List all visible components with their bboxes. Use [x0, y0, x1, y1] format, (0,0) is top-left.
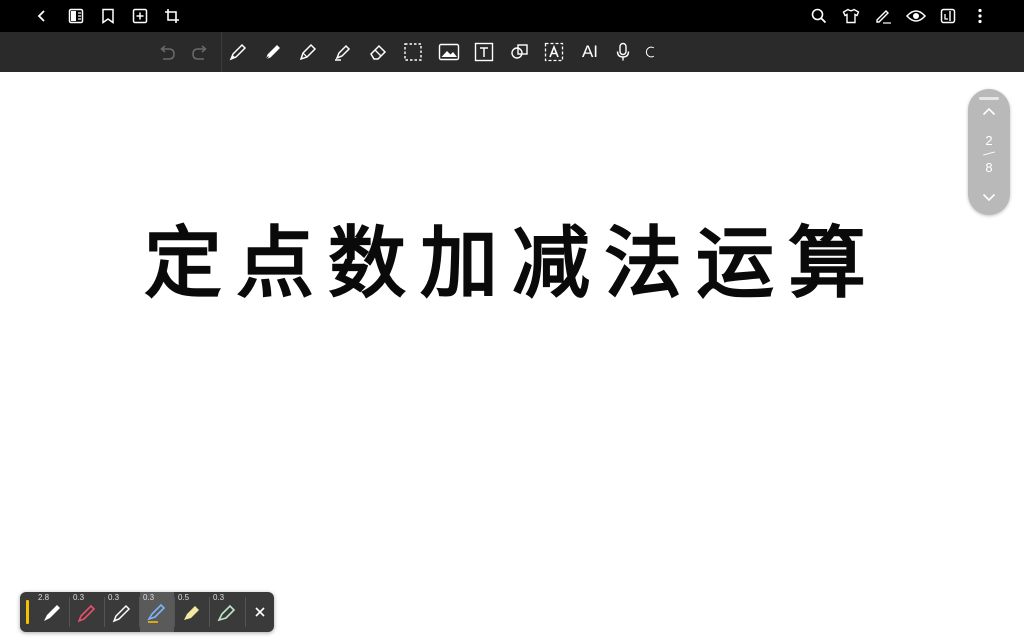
pencil-tool-icon[interactable] — [297, 41, 319, 63]
text-box-icon[interactable] — [473, 41, 495, 63]
eraser-tool-icon[interactable] — [367, 41, 389, 63]
pen-slot-brush[interactable]: 0.3 — [140, 592, 175, 632]
fountain-pen-icon — [44, 605, 60, 621]
add-page-icon[interactable] — [130, 6, 150, 26]
current-page-number: 2 — [985, 133, 993, 148]
handwritten-title: 定点数加减法运算 — [143, 219, 880, 309]
page-layout-icon[interactable] — [938, 6, 958, 26]
pen-slot-ballpoint[interactable]: 0.3 — [70, 592, 105, 632]
pen-slot-marker[interactable]: 0.3 — [210, 592, 244, 632]
page-navigator[interactable]: 2 8 — [968, 89, 1010, 215]
page-separator — [983, 151, 995, 156]
note-canvas[interactable] — [0, 72, 1024, 640]
top-bar — [0, 0, 1024, 32]
tray-divider — [245, 597, 246, 627]
pencil-icon — [112, 604, 131, 623]
undo-icon[interactable] — [156, 42, 178, 64]
pen-slot-highlighter[interactable]: 0.5 — [175, 592, 210, 632]
pen-tool-icon[interactable] — [262, 41, 284, 63]
pen-tray: 2.8 0.3 0.3 0.3 0.5 0.3 — [20, 592, 274, 632]
brush-pen-icon — [147, 603, 166, 623]
ocr-text-icon[interactable] — [543, 41, 565, 63]
more-options-icon[interactable] — [970, 6, 990, 26]
toolbar-divider — [221, 32, 222, 72]
more-tools-icon[interactable] — [644, 41, 658, 63]
shape-tool-icon[interactable] — [508, 41, 530, 63]
ballpoint-pen-icon — [77, 604, 96, 623]
page-list-icon[interactable] — [66, 6, 86, 26]
pen-size-label: 0.3 — [143, 593, 155, 602]
fountain-pen-tool-icon[interactable] — [227, 41, 249, 63]
tool-bar: AI — [0, 32, 1024, 72]
page-up-chevron-icon[interactable] — [979, 103, 999, 119]
lasso-select-icon[interactable] — [402, 41, 424, 63]
highlighter-icon — [184, 606, 199, 620]
search-icon[interactable] — [809, 6, 829, 26]
marker-icon — [217, 604, 236, 622]
pager-grip[interactable] — [979, 97, 999, 100]
close-tray-icon[interactable] — [248, 600, 272, 624]
redo-icon[interactable] — [189, 42, 211, 64]
pen-size-label: 0.3 — [108, 593, 120, 602]
image-insert-icon[interactable] — [437, 41, 461, 63]
pen-size-label: 0.5 — [178, 593, 190, 602]
highlighter-tool-icon[interactable] — [332, 41, 354, 63]
pen-slot-pencil[interactable]: 0.3 — [105, 592, 140, 632]
pen-size-label: 2.8 — [38, 593, 50, 602]
pen-size-label: 0.3 — [213, 593, 225, 602]
ai-assistant-button[interactable]: AI — [578, 41, 602, 63]
microphone-icon[interactable] — [612, 41, 634, 63]
total-page-number: 8 — [985, 160, 993, 175]
pen-slot-fountain[interactable]: 2.8 — [35, 592, 70, 632]
crop-icon[interactable] — [162, 6, 182, 26]
template-shirt-icon[interactable] — [841, 6, 861, 26]
read-mode-eye-icon[interactable] — [905, 6, 927, 26]
color-indicator[interactable] — [26, 600, 29, 624]
handwriting-icon[interactable] — [873, 6, 893, 26]
back-icon[interactable] — [32, 6, 52, 26]
page-down-chevron-icon[interactable] — [979, 189, 999, 205]
bookmark-icon[interactable] — [98, 6, 118, 26]
pen-size-label: 0.3 — [73, 593, 85, 602]
